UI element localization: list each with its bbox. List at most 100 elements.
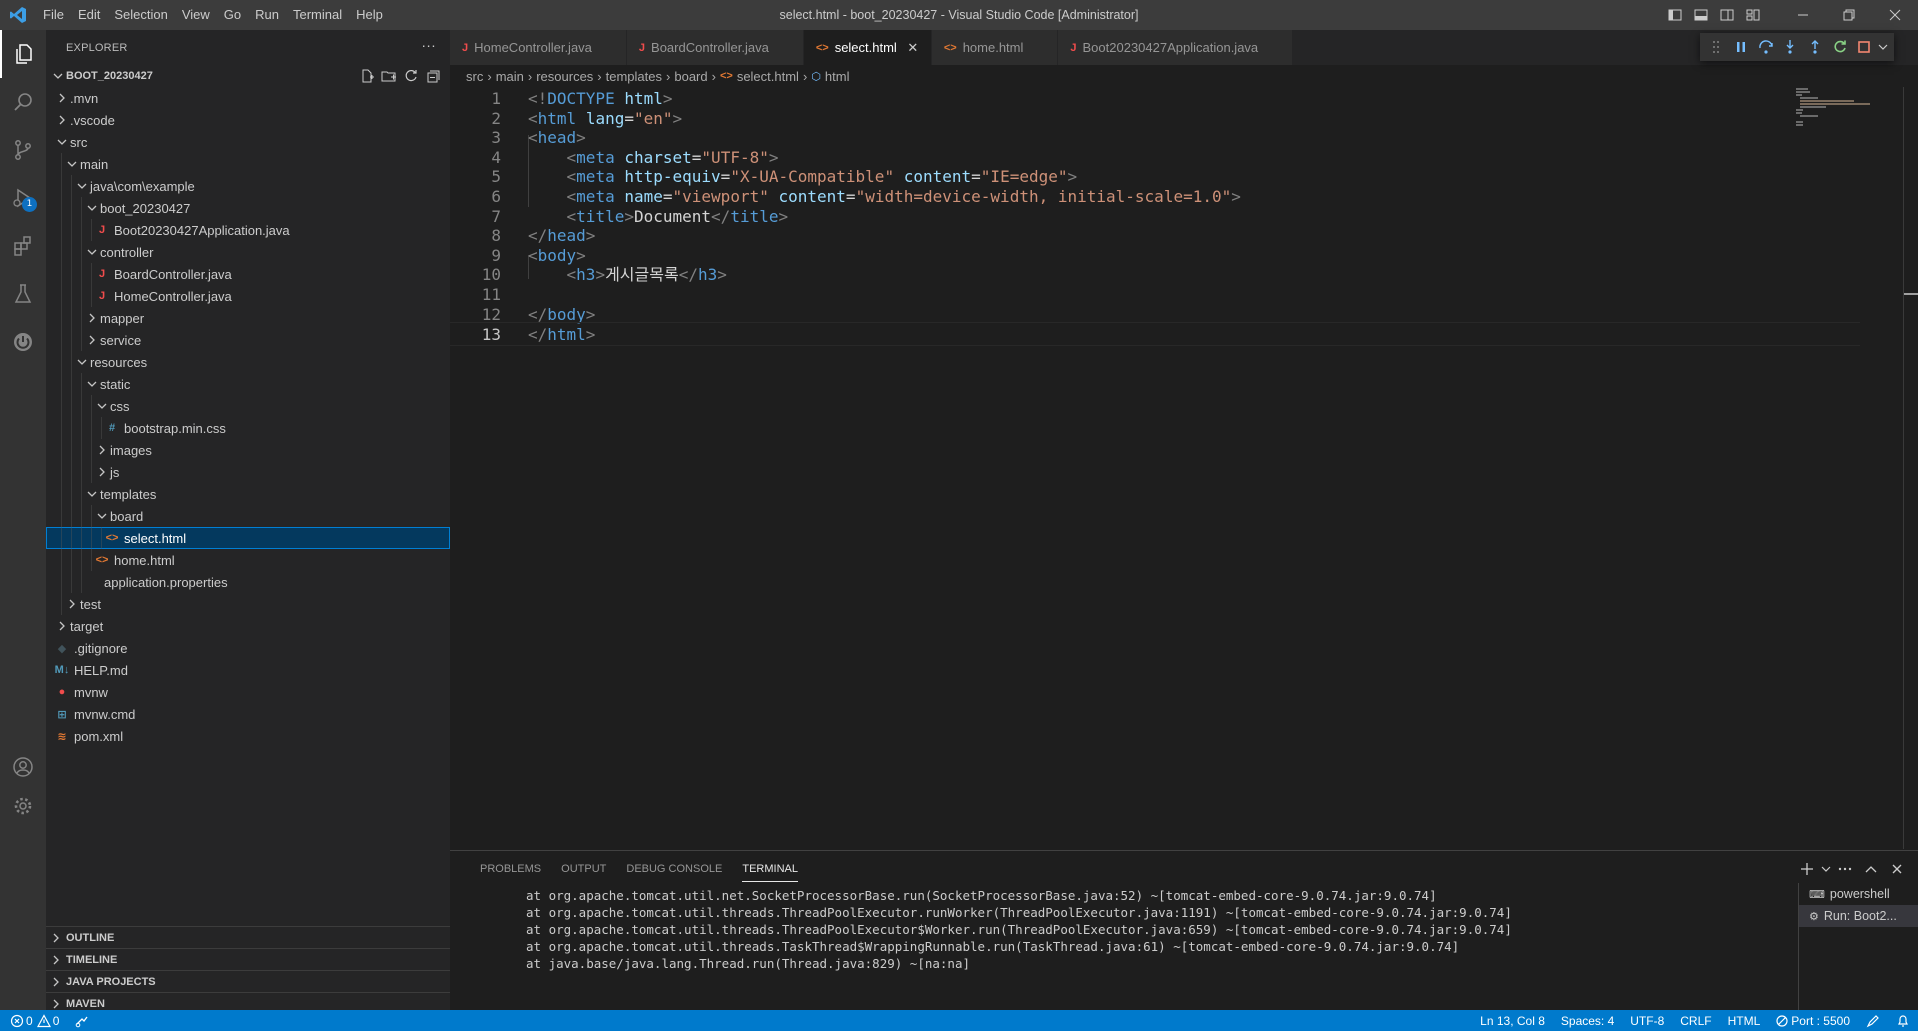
tree-file[interactable]: J Boot20230427Application.java (46, 219, 450, 241)
run-debug-icon[interactable]: 1 (0, 174, 46, 222)
terminal-instance[interactable]: ⌨ powershell (1799, 883, 1918, 905)
maximize-panel-icon[interactable] (1858, 858, 1884, 880)
pause-icon[interactable] (1729, 36, 1754, 58)
extensions-icon[interactable] (0, 222, 46, 270)
chevron-down-icon[interactable] (1877, 36, 1890, 58)
tree-folder[interactable]: .mvn (46, 87, 450, 109)
editor-tab[interactable]: J Boot20230427Application.java (1058, 30, 1294, 65)
restore-icon[interactable] (1826, 0, 1872, 30)
tree-file[interactable]: ● mvnw (46, 681, 450, 703)
collapse-all-icon[interactable] (422, 67, 444, 85)
tree-folder[interactable]: src (46, 131, 450, 153)
menu-view[interactable]: View (175, 0, 217, 30)
live-share-icon[interactable] (75, 1014, 89, 1028)
breadcrumb-item[interactable]: board (674, 69, 707, 84)
refresh-icon[interactable] (400, 67, 422, 85)
panel-tab-output[interactable]: OUTPUT (551, 851, 616, 886)
live-server-port[interactable]: Port : 5500 (1768, 1014, 1858, 1028)
search-icon[interactable] (0, 78, 46, 126)
panel-tab-terminal[interactable]: TERMINAL (732, 851, 808, 886)
menu-terminal[interactable]: Terminal (286, 0, 349, 30)
testing-icon[interactable] (0, 270, 46, 318)
code-editor[interactable]: 1 <!DOCTYPE html> 2 <html lang="en"> 3 <head>… (450, 87, 1918, 849)
tree-file[interactable]: J BoardController.java (46, 263, 450, 285)
more-actions-icon[interactable] (1832, 858, 1858, 880)
tree-folder[interactable]: js (46, 461, 450, 483)
minimize-icon[interactable] (1780, 0, 1826, 30)
step-into-icon[interactable] (1778, 36, 1803, 58)
breadcrumb-item[interactable]: main (496, 69, 524, 84)
source-control-icon[interactable] (0, 126, 46, 174)
toggle-primary-sidebar-icon[interactable] (1662, 0, 1688, 30)
toggle-panel-icon[interactable] (1688, 0, 1714, 30)
panel-tab-debug-console[interactable]: DEBUG CONSOLE (616, 851, 732, 886)
tree-folder[interactable]: css (46, 395, 450, 417)
tree-folder[interactable]: static (46, 373, 450, 395)
terminal-instance[interactable]: ⚙ Run: Boot2... (1799, 905, 1918, 927)
tree-file[interactable]: ≋ pom.xml (46, 725, 450, 747)
breadcrumb-item[interactable]: resources (536, 69, 593, 84)
section-timeline[interactable]: TIMELINE (46, 948, 450, 970)
menu-file[interactable]: File (36, 0, 71, 30)
settings-gear-icon[interactable] (0, 782, 46, 830)
close-tab-icon[interactable]: ✕ (905, 40, 921, 56)
close-window-icon[interactable] (1872, 0, 1918, 30)
step-out-icon[interactable] (1803, 36, 1828, 58)
notifications-bell-icon[interactable] (1888, 1014, 1918, 1028)
vertical-scrollbar[interactable] (1903, 87, 1904, 849)
breadcrumb-item[interactable]: src (466, 69, 483, 84)
menu-go[interactable]: Go (217, 0, 248, 30)
tree-file[interactable]: J HomeController.java (46, 285, 450, 307)
tree-folder[interactable]: mapper (46, 307, 450, 329)
encoding[interactable]: UTF-8 (1622, 1014, 1672, 1028)
drag-handle-icon[interactable] (1704, 36, 1729, 58)
indentation[interactable]: Spaces: 4 (1553, 1014, 1622, 1028)
tree-file[interactable]: M↓ HELP.md (46, 659, 450, 681)
section-outline[interactable]: OUTLINE (46, 926, 450, 948)
editor-tab[interactable]: <> home.html (931, 30, 1059, 65)
tree-folder[interactable]: target (46, 615, 450, 637)
tree-file[interactable]: <> select.html (46, 527, 450, 549)
panel-tab-problems[interactable]: PROBLEMS (470, 851, 551, 886)
tree-folder[interactable]: main (46, 153, 450, 175)
new-folder-icon[interactable] (378, 67, 400, 85)
menu-selection[interactable]: Selection (107, 0, 174, 30)
new-terminal-icon[interactable] (1794, 858, 1820, 880)
breadcrumb-item[interactable]: select.html (737, 69, 799, 84)
editor-tab[interactable]: <> select.html ✕ (803, 30, 932, 65)
editor-tab[interactable]: J BoardController.java (626, 30, 804, 65)
tree-file[interactable]: <> home.html (46, 549, 450, 571)
tree-folder[interactable]: resources (46, 351, 450, 373)
toggle-secondary-sidebar-icon[interactable] (1714, 0, 1740, 30)
tree-folder[interactable]: board (46, 505, 450, 527)
cursor-position[interactable]: Ln 13, Col 8 (1472, 1014, 1553, 1028)
tree-file[interactable]: ◆ .gitignore (46, 637, 450, 659)
step-over-icon[interactable] (1753, 36, 1778, 58)
stop-icon[interactable] (1852, 36, 1877, 58)
tree-file[interactable]: ⊞ mvnw.cmd (46, 703, 450, 725)
tree-file[interactable]: # bootstrap.min.css (46, 417, 450, 439)
breadcrumb-item[interactable]: html (825, 69, 850, 84)
minimap[interactable] (1790, 87, 1890, 127)
customize-layout-icon[interactable] (1740, 0, 1766, 30)
tree-folder[interactable]: controller (46, 241, 450, 263)
restart-icon[interactable] (1827, 36, 1852, 58)
menu-edit[interactable]: Edit (71, 0, 107, 30)
project-header[interactable]: BOOT_20230427 (46, 65, 450, 87)
problems-status[interactable]: 0 0 (10, 1014, 59, 1028)
menu-help[interactable]: Help (349, 0, 390, 30)
tree-file[interactable]: application.properties (46, 571, 450, 593)
tree-folder[interactable]: templates (46, 483, 450, 505)
new-file-icon[interactable] (356, 67, 378, 85)
feedback-icon[interactable] (1858, 1014, 1888, 1028)
terminal-output[interactable]: at org.apache.tomcat.util.net.SocketProc… (526, 887, 1826, 972)
close-panel-icon[interactable] (1884, 858, 1910, 880)
tree-folder[interactable]: java\com\example (46, 175, 450, 197)
tree-folder[interactable]: boot_20230427 (46, 197, 450, 219)
end-of-line[interactable]: CRLF (1672, 1014, 1719, 1028)
tree-folder[interactable]: service (46, 329, 450, 351)
chevron-down-icon[interactable] (1820, 858, 1832, 880)
tree-folder[interactable]: .vscode (46, 109, 450, 131)
spring-boot-icon[interactable] (0, 318, 46, 366)
language-mode[interactable]: HTML (1720, 1014, 1769, 1028)
